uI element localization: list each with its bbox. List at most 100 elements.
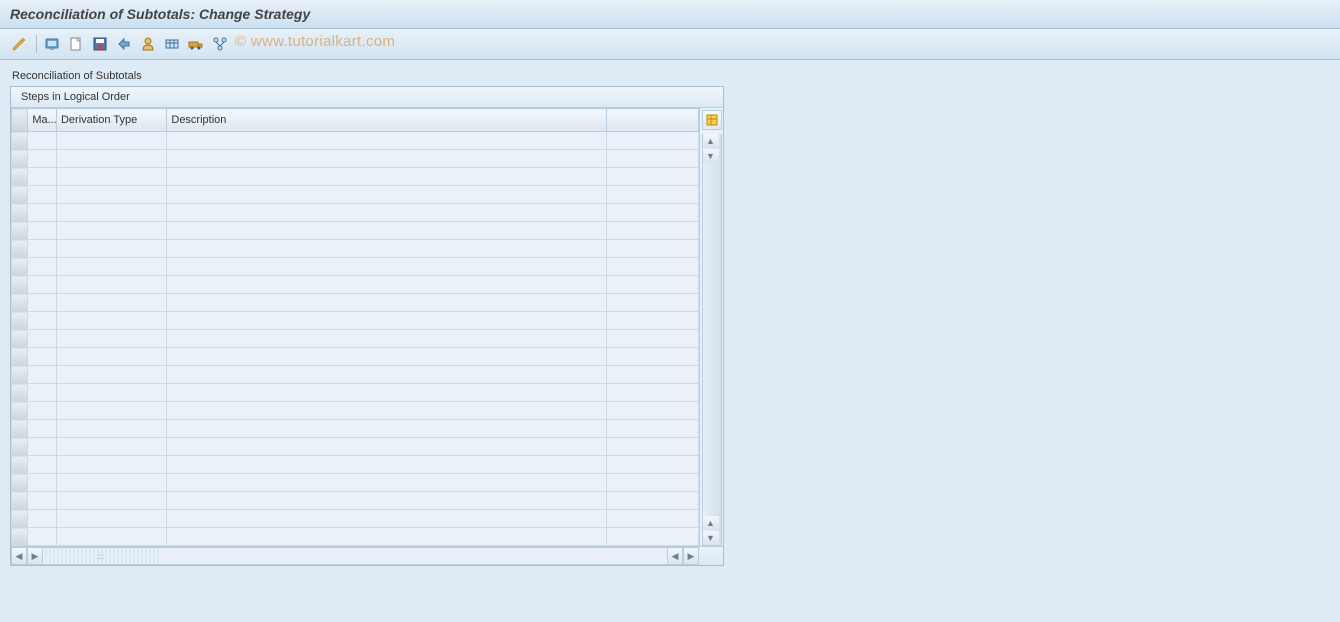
table-row[interactable] (12, 456, 699, 474)
cell-ma[interactable] (28, 204, 57, 222)
cell-description[interactable] (167, 510, 607, 528)
row-selector[interactable] (12, 528, 28, 546)
row-selector[interactable] (12, 204, 28, 222)
cell-ma[interactable] (28, 258, 57, 276)
cell-description[interactable] (167, 186, 607, 204)
cell-description[interactable] (167, 222, 607, 240)
cell-description[interactable] (167, 276, 607, 294)
scroll-track[interactable] (159, 547, 667, 565)
scroll-left-arrow[interactable]: ◀ (11, 547, 27, 565)
cell-ma[interactable] (28, 132, 57, 150)
cell-ma[interactable] (28, 186, 57, 204)
cell-description[interactable] (167, 294, 607, 312)
row-selector[interactable] (12, 258, 28, 276)
cell-derivation-type[interactable] (56, 420, 166, 438)
row-selector[interactable] (12, 384, 28, 402)
table-row[interactable] (12, 438, 699, 456)
table-row[interactable] (12, 186, 699, 204)
cell-description[interactable] (167, 492, 607, 510)
back-icon[interactable] (115, 35, 133, 53)
cell-extra[interactable] (606, 330, 698, 348)
row-selector[interactable] (12, 276, 28, 294)
cell-ma[interactable] (28, 456, 57, 474)
col-header-extra[interactable] (606, 109, 698, 132)
cell-derivation-type[interactable] (56, 330, 166, 348)
row-selector[interactable] (12, 186, 28, 204)
col-header-ma[interactable]: Ma... (28, 109, 57, 132)
cell-derivation-type[interactable] (56, 312, 166, 330)
table-row[interactable] (12, 240, 699, 258)
cell-extra[interactable] (606, 276, 698, 294)
cell-extra[interactable] (606, 312, 698, 330)
table-row[interactable] (12, 384, 699, 402)
transport-icon[interactable] (187, 35, 205, 53)
cell-derivation-type[interactable] (56, 438, 166, 456)
cell-ma[interactable] (28, 402, 57, 420)
cell-extra[interactable] (606, 168, 698, 186)
cell-extra[interactable] (606, 294, 698, 312)
table-row[interactable] (12, 258, 699, 276)
cell-ma[interactable] (28, 474, 57, 492)
create-icon[interactable] (67, 35, 85, 53)
select-all-corner[interactable] (12, 109, 28, 132)
cell-ma[interactable] (28, 366, 57, 384)
table-row[interactable] (12, 510, 699, 528)
row-selector[interactable] (12, 312, 28, 330)
cell-ma[interactable] (28, 312, 57, 330)
table-row[interactable] (12, 528, 699, 546)
row-selector[interactable] (12, 438, 28, 456)
cell-extra[interactable] (606, 528, 698, 546)
cell-derivation-type[interactable] (56, 474, 166, 492)
cell-ma[interactable] (28, 294, 57, 312)
scroll-right-arrow[interactable]: ▶ (27, 547, 43, 565)
row-selector[interactable] (12, 456, 28, 474)
row-selector[interactable] (12, 150, 28, 168)
cell-derivation-type[interactable] (56, 348, 166, 366)
cell-derivation-type[interactable] (56, 168, 166, 186)
row-selector[interactable] (12, 168, 28, 186)
cell-description[interactable] (167, 420, 607, 438)
cell-description[interactable] (167, 204, 607, 222)
cell-extra[interactable] (606, 474, 698, 492)
cell-extra[interactable] (606, 150, 698, 168)
cell-extra[interactable] (606, 384, 698, 402)
cell-ma[interactable] (28, 168, 57, 186)
cell-description[interactable] (167, 528, 607, 546)
cell-extra[interactable] (606, 204, 698, 222)
cell-description[interactable] (167, 348, 607, 366)
scroll-up-arrow[interactable]: ▲ (703, 134, 719, 148)
table-row[interactable] (12, 204, 699, 222)
cell-ma[interactable] (28, 330, 57, 348)
cell-derivation-type[interactable] (56, 186, 166, 204)
table-row[interactable] (12, 366, 699, 384)
row-selector[interactable] (12, 492, 28, 510)
table-row[interactable] (12, 348, 699, 366)
cell-ma[interactable] (28, 438, 57, 456)
change-icon[interactable] (10, 35, 28, 53)
where-used-icon[interactable] (211, 35, 229, 53)
table-row[interactable] (12, 132, 699, 150)
cell-extra[interactable] (606, 492, 698, 510)
user-icon[interactable] (139, 35, 157, 53)
table-row[interactable] (12, 492, 699, 510)
cell-description[interactable] (167, 168, 607, 186)
cell-derivation-type[interactable] (56, 276, 166, 294)
scroll-right-end-arrow[interactable]: ▶ (683, 547, 699, 565)
cell-derivation-type[interactable] (56, 132, 166, 150)
cell-derivation-type[interactable] (56, 510, 166, 528)
configure-columns-icon[interactable] (702, 110, 722, 130)
cell-description[interactable] (167, 132, 607, 150)
row-selector[interactable] (12, 420, 28, 438)
cell-derivation-type[interactable] (56, 528, 166, 546)
cell-derivation-type[interactable] (56, 456, 166, 474)
cell-ma[interactable] (28, 420, 57, 438)
save-icon[interactable] (91, 35, 109, 53)
cell-description[interactable] (167, 384, 607, 402)
cell-description[interactable] (167, 456, 607, 474)
cell-ma[interactable] (28, 528, 57, 546)
cell-extra[interactable] (606, 240, 698, 258)
scroll-page-down-arrow[interactable]: ▲ (703, 516, 719, 530)
cell-derivation-type[interactable] (56, 492, 166, 510)
table-row[interactable] (12, 294, 699, 312)
cell-derivation-type[interactable] (56, 258, 166, 276)
